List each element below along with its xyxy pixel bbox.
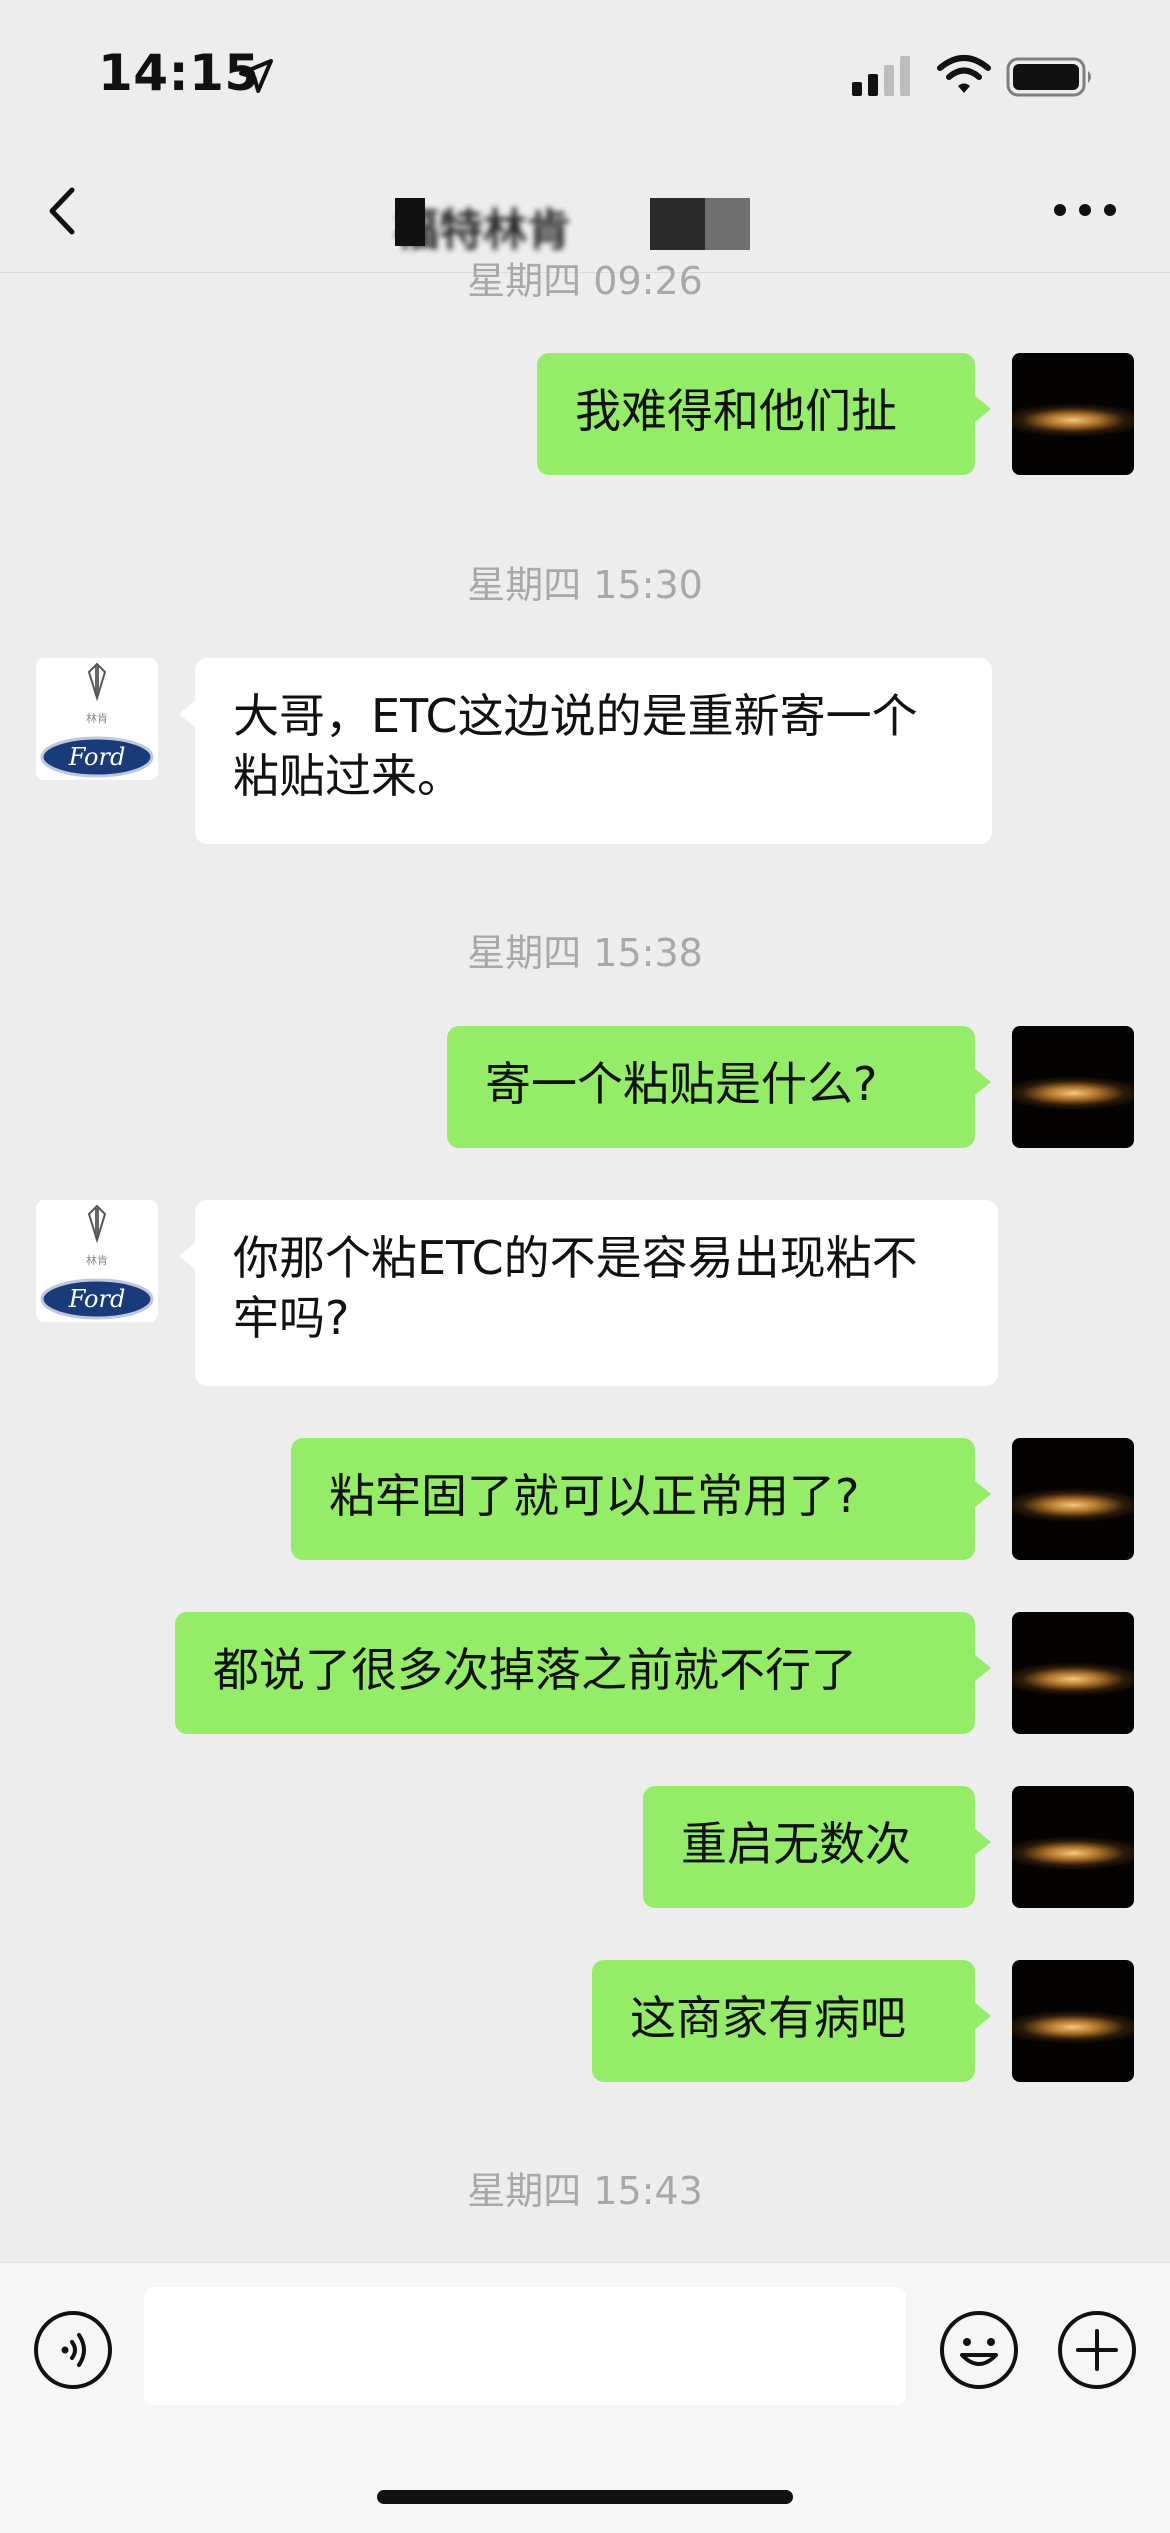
battery-icon [1006, 57, 1091, 97]
status-bar: 14:15 [0, 0, 1170, 150]
svg-text:Ford: Ford [68, 743, 126, 771]
cellular-signal-icon [852, 56, 910, 96]
redaction-mark [650, 198, 750, 250]
redaction-mark [395, 198, 425, 246]
more-dots-icon[interactable] [1050, 190, 1120, 230]
ford-logo-icon: Ford 林肯 [40, 662, 154, 778]
message-timestamp: 星期四 15:30 [467, 563, 703, 607]
message-bubble[interactable]: 大哥，ETC这边说的是重新寄一个粘贴过来。 [179, 658, 992, 844]
voice-icon[interactable] [32, 2309, 114, 2391]
back-button[interactable] [40, 182, 92, 240]
my-avatar[interactable] [1012, 353, 1134, 475]
my-avatar[interactable] [1012, 1786, 1134, 1908]
home-indicator[interactable] [377, 2490, 793, 2504]
message-bubble[interactable]: 这商家有病吧 [592, 1960, 991, 2082]
message-input[interactable] [144, 2287, 906, 2405]
my-avatar[interactable] [1012, 1438, 1134, 1560]
location-arrow-icon [239, 59, 273, 93]
message-timestamp: 星期四 15:38 [467, 931, 703, 975]
message-bubble[interactable]: 重启无数次 [643, 1786, 991, 1908]
plus-icon[interactable] [1056, 2309, 1138, 2391]
message-timestamp: 星期四 15:43 [467, 2169, 703, 2213]
message-bubble[interactable]: 寄一个粘贴是什么? [447, 1026, 991, 1148]
ford-logo-icon: Ford 林肯 [40, 1204, 154, 1320]
emoji-icon[interactable] [938, 2309, 1020, 2391]
my-avatar[interactable] [1012, 1960, 1134, 2082]
svg-text:林肯: 林肯 [86, 1253, 108, 1267]
contact-avatar[interactable]: Ford 林肯 [36, 1200, 158, 1322]
svg-text:林肯: 林肯 [86, 711, 108, 725]
message-bubble[interactable]: 都说了很多次掉落之前就不行了 [175, 1612, 991, 1734]
my-avatar[interactable] [1012, 1612, 1134, 1734]
contact-avatar[interactable]: Ford 林肯 [36, 658, 158, 780]
svg-text:Ford: Ford [68, 1285, 126, 1313]
message-bubble[interactable]: 我难得和他们扯 [537, 353, 991, 475]
my-avatar[interactable] [1012, 1026, 1134, 1148]
message-timestamp: 星期四 09:26 [467, 259, 703, 303]
message-bubble[interactable]: 粘牢固了就可以正常用了? [291, 1438, 991, 1560]
message-bubble[interactable]: 你那个粘ETC的不是容易出现粘不牢吗? [179, 1200, 998, 1386]
wifi-icon [937, 55, 991, 93]
